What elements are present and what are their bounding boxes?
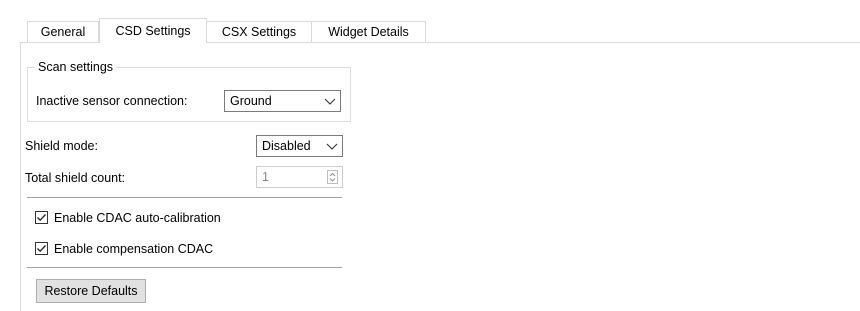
inactive-sensor-label: Inactive sensor connection: <box>36 94 188 108</box>
shield-mode-dropdown[interactable]: Disabled <box>256 135 343 157</box>
check-icon <box>37 214 46 222</box>
properties-panel: General CSD Settings CSX Settings Widget… <box>0 0 860 311</box>
cdac-auto-calibration-label: Enable CDAC auto-calibration <box>54 211 221 225</box>
compensation-cdac-checkbox[interactable] <box>35 242 48 255</box>
total-shield-count-label: Total shield count: <box>25 171 126 185</box>
tab-general[interactable]: General <box>27 21 99 42</box>
tab-csd-settings[interactable]: CSD Settings <box>99 18 207 43</box>
panel-border <box>20 43 21 311</box>
shield-mode-value: Disabled <box>262 139 311 153</box>
separator <box>27 267 342 268</box>
total-shield-count-value: 1 <box>262 170 269 184</box>
compensation-cdac-label: Enable compensation CDAC <box>54 242 214 256</box>
inactive-sensor-dropdown[interactable]: Ground <box>224 90 341 112</box>
shield-mode-label: Shield mode: <box>25 139 98 153</box>
inactive-sensor-value: Ground <box>230 94 272 108</box>
cdac-auto-calibration-checkbox[interactable] <box>35 211 48 224</box>
check-icon <box>37 245 46 253</box>
spinner-arrows-icon[interactable] <box>327 170 338 184</box>
tab-csx-settings[interactable]: CSX Settings <box>207 21 312 42</box>
tab-widget-details[interactable]: Widget Details <box>312 21 426 42</box>
total-shield-count-spinner[interactable]: 1 <box>256 166 343 188</box>
scan-settings-title: Scan settings <box>35 59 117 75</box>
chevron-down-icon <box>326 136 338 156</box>
chevron-down-icon <box>324 91 336 111</box>
restore-defaults-button[interactable]: Restore Defaults <box>36 279 146 303</box>
separator <box>27 197 342 198</box>
